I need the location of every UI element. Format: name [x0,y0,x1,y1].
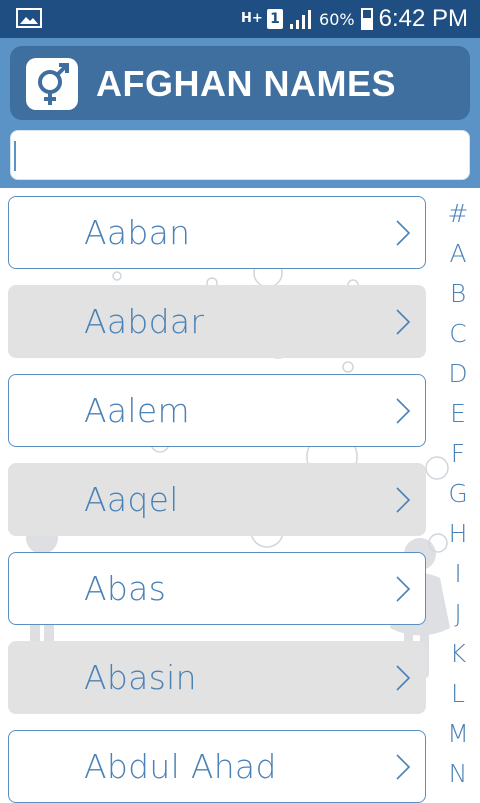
index-letter-g[interactable]: G [440,474,476,514]
index-letter-l[interactable]: L [440,674,476,714]
alphabet-index: # A B C D E F G H I J K L M N [440,194,476,794]
gender-icon [26,58,78,110]
name-label: Aaqel [84,480,179,519]
gallery-icon [16,8,42,28]
list-item[interactable]: Aaban [8,196,426,269]
index-letter-b[interactable]: B [440,274,476,314]
app-title: AFGHAN NAMES [96,63,396,104]
chevron-right-icon [396,754,411,780]
name-label: Aabdar [84,302,205,341]
index-letter-k[interactable]: K [440,634,476,674]
clock: 6:42 PM [378,5,468,32]
list-item[interactable]: Aaqel [8,463,426,536]
index-letter-m[interactable]: M [440,714,476,754]
name-label: Abas [84,569,167,608]
list-item[interactable]: Aalem [8,374,426,447]
search-input[interactable] [10,130,470,180]
sim-icon: 1 [267,9,284,29]
chevron-right-icon [396,665,411,691]
list-item[interactable]: Abasin [8,641,426,714]
names-list: Aaban Aabdar Aalem Aaqel Abas Abasin Abd… [0,188,430,803]
title-bar: AFGHAN NAMES [10,46,470,120]
index-letter-a[interactable]: A [440,234,476,274]
signal-icon [290,10,312,29]
chevron-right-icon [396,309,411,335]
chevron-right-icon [396,398,411,424]
index-letter-c[interactable]: C [440,314,476,354]
index-letter-h[interactable]: H [440,514,476,554]
name-label: Aalem [84,391,190,430]
index-letter-i[interactable]: I [440,554,476,594]
list-item[interactable]: Aabdar [8,285,426,358]
index-letter-d[interactable]: D [440,354,476,394]
battery-icon [360,8,373,30]
list-item[interactable]: Abdul Ahad [8,730,426,803]
chevron-right-icon [396,487,411,513]
chevron-right-icon [396,576,411,602]
header: AFGHAN NAMES [0,38,480,188]
name-label: Abdul Ahad [84,747,277,786]
index-letter-n[interactable]: N [440,754,476,794]
index-letter-f[interactable]: F [440,434,476,474]
text-cursor [14,141,16,171]
name-label: Aaban [84,213,191,252]
battery-percent: 60% [319,9,355,29]
status-bar: H+ 1 60% 6:42 PM [0,0,480,38]
index-letter-hash[interactable]: # [440,194,476,234]
list-item[interactable]: Abas [8,552,426,625]
name-label: Abasin [84,658,197,697]
status-icons: H+ 1 60% 6:42 PM [241,4,468,34]
index-letter-j[interactable]: J [440,594,476,634]
index-letter-e[interactable]: E [440,394,476,434]
chevron-right-icon [396,220,411,246]
network-type: H+ [241,11,263,26]
